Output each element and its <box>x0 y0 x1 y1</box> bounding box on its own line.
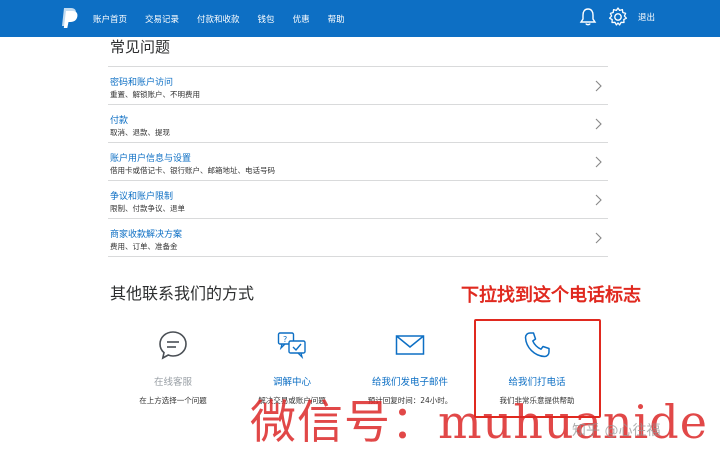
resolution-center-icon: ? <box>277 332 306 360</box>
faq-list: 密码和账户访问 重置、解锁账户、不明费用 付款 取消、退款、提现 账户用户信息与… <box>108 66 608 257</box>
red-annotation-text: 下拉找到这个电话标志 <box>461 285 641 306</box>
faq-row-subtitle: 费用、订单、准备金 <box>110 242 178 251</box>
faq-row-title: 付款 <box>110 116 129 126</box>
contact-live-chat: 在线客服 在上方选择一个问题 <box>108 318 238 410</box>
chevron-right-icon <box>595 232 602 244</box>
nav-item-account-home[interactable]: 账户首页 <box>93 13 127 25</box>
contact-subtitle: 在上方选择一个问题 <box>139 396 207 405</box>
faq-row-subtitle: 取消、退款、提现 <box>110 128 170 137</box>
faq-row-profile-settings[interactable]: 账户用户信息与设置 借用卡或借记卡、银行账户、邮箱地址、电话号码 <box>108 143 608 181</box>
faq-row-payments[interactable]: 付款 取消、退款、提现 <box>108 105 608 143</box>
chevron-right-icon <box>595 156 602 168</box>
nav-item-activity[interactable]: 交易记录 <box>145 13 179 25</box>
main-nav: 账户首页 交易记录 付款和收款 钱包 优惠 帮助 <box>93 0 363 37</box>
nav-item-help[interactable]: 帮助 <box>328 13 345 25</box>
top-nav-bar: 账户首页 交易记录 付款和收款 钱包 优惠 帮助 退出 <box>0 0 720 37</box>
faq-row-disputes-limits[interactable]: 争议和账户限制 限制、付款争议、退单 <box>108 181 608 219</box>
chevron-right-icon <box>595 80 602 92</box>
nav-item-send-receive[interactable]: 付款和收款 <box>197 13 240 25</box>
faq-row-title: 账户用户信息与设置 <box>110 154 192 164</box>
wechat-watermark: 微信号：muhuanide <box>250 395 708 449</box>
faq-row-merchant-solutions[interactable]: 商家收款解决方案 费用、订单、准备金 <box>108 219 608 257</box>
chevron-right-icon <box>595 118 602 130</box>
faq-row-subtitle: 重置、解锁账户、不明费用 <box>110 90 200 99</box>
logout-link[interactable]: 退出 <box>638 11 655 23</box>
bell-icon[interactable] <box>578 7 598 27</box>
faq-row-password[interactable]: 密码和账户访问 重置、解锁账户、不明费用 <box>108 67 608 105</box>
paypal-logo-icon[interactable] <box>60 7 78 29</box>
chat-bubble-icon <box>159 331 187 360</box>
other-contact-title: 其他联系我们的方式 <box>110 284 255 303</box>
faq-row-title: 争议和账户限制 <box>110 192 174 202</box>
faq-row-subtitle: 限制、付款争议、退单 <box>110 204 185 213</box>
zhihu-watermark: 知乎 @心往福 <box>572 423 661 439</box>
nav-item-offers[interactable]: 优惠 <box>293 13 310 25</box>
envelope-icon <box>395 335 425 355</box>
contact-label: 在线客服 <box>153 377 192 388</box>
chevron-right-icon <box>595 194 602 206</box>
faq-title: 常见问题 <box>110 38 171 56</box>
nav-item-wallet[interactable]: 钱包 <box>258 13 275 25</box>
faq-row-title: 商家收款解决方案 <box>110 230 183 240</box>
svg-text:?: ? <box>283 335 287 344</box>
faq-row-subtitle: 借用卡或借记卡、银行账户、邮箱地址、电话号码 <box>110 166 275 175</box>
gear-icon[interactable] <box>607 6 629 28</box>
faq-row-title: 密码和账户访问 <box>110 78 174 88</box>
